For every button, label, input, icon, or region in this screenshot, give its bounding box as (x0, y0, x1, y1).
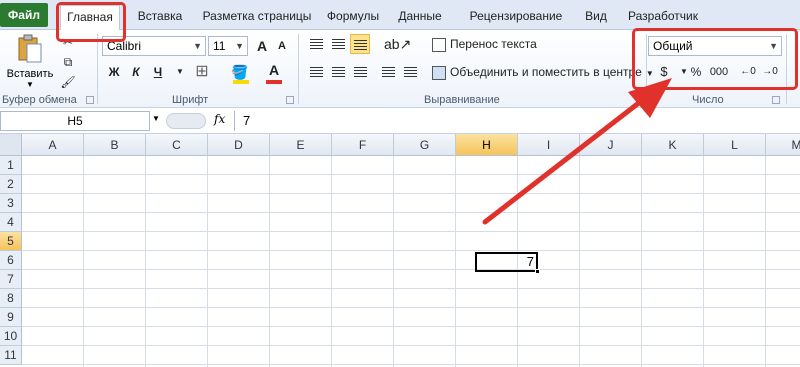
clipboard-launcher-icon[interactable] (86, 96, 94, 104)
align-bottom-icon[interactable] (350, 34, 370, 54)
alignment-group-label: Выравнивание (424, 94, 500, 106)
fill-handle[interactable] (535, 269, 540, 274)
align-middle-icon[interactable] (328, 34, 348, 54)
tab-review[interactable]: Рецензирование (462, 5, 570, 27)
column-header-h[interactable]: H (456, 134, 518, 156)
row-header-5[interactable]: 5 (0, 232, 22, 251)
align-left-icon[interactable] (306, 62, 326, 82)
chevron-down-icon: ▼ (193, 41, 202, 51)
column-header-g[interactable]: G (394, 134, 456, 156)
row-header-3[interactable]: 3 (0, 194, 22, 213)
merge-center-icon (432, 65, 446, 80)
column-header-e[interactable]: E (270, 134, 332, 156)
tab-developer[interactable]: Разработчик (624, 5, 702, 27)
row-header-1[interactable]: 1 (0, 156, 22, 175)
chevron-down-icon[interactable]: ▼ (152, 114, 160, 123)
chevron-down-icon: ▼ (235, 41, 244, 51)
worksheet-grid: ABCDEFGHIJKLM 1 2 3 4 5 6 7 8 9 10 11 7 (0, 134, 800, 367)
formula-bar: H5 ▼ fx 7 (0, 108, 800, 134)
orientation-icon[interactable]: ab↗ (384, 34, 411, 54)
align-right-icon[interactable] (350, 62, 370, 82)
font-color-icon: A (268, 62, 280, 78)
active-cell-h5[interactable]: 7 (475, 252, 540, 274)
chevron-down-icon: ▼ (26, 80, 34, 89)
font-launcher-icon[interactable] (286, 96, 294, 104)
italic-button[interactable]: К (126, 62, 146, 82)
chevron-down-icon[interactable]: ▼ (170, 62, 190, 82)
paste-icon (18, 34, 42, 63)
column-header-l[interactable]: L (704, 134, 766, 156)
merge-center-button[interactable]: Объединить и поместить в центре ▼ (432, 62, 654, 82)
align-top-icon[interactable] (306, 34, 326, 54)
increase-indent-icon[interactable] (400, 62, 420, 82)
formula-input[interactable]: 7 (234, 111, 800, 131)
divider (97, 34, 98, 104)
formula-bar-splitter[interactable] (166, 113, 206, 129)
wrap-text-label: Перенос текста (450, 37, 537, 51)
align-center-icon[interactable] (328, 62, 348, 82)
format-painter-icon[interactable]: 🖌 (58, 72, 78, 92)
paste-button[interactable]: Вставить ▼ (6, 32, 54, 90)
font-size-combo[interactable]: 11 ▼ (208, 36, 248, 56)
font-color-button[interactable]: A (264, 60, 284, 80)
tab-data[interactable]: Данные (392, 5, 448, 27)
column-header-k[interactable]: K (642, 134, 704, 156)
font-color-swatch (266, 80, 282, 84)
borders-icon[interactable]: ⊞ (192, 62, 212, 82)
clipboard-group-label: Буфер обмена (2, 94, 77, 106)
cell-value: 7 (526, 254, 534, 269)
tab-formulas[interactable]: Формулы (322, 5, 384, 27)
fill-color-icon[interactable]: 🪣 (230, 62, 250, 82)
row-header-9[interactable]: 9 (0, 308, 22, 327)
fill-color-swatch (233, 80, 249, 84)
number-launcher-icon[interactable] (772, 96, 780, 104)
font-size-value: 11 (213, 39, 226, 53)
row-header-7[interactable]: 7 (0, 270, 22, 289)
grow-font-button[interactable]: A (252, 36, 272, 56)
column-header-j[interactable]: J (580, 134, 642, 156)
wrap-text-icon (432, 37, 446, 52)
font-group-label: Шрифт (172, 94, 209, 106)
row-header-10[interactable]: 10 (0, 327, 22, 346)
column-header-i[interactable]: I (518, 134, 580, 156)
divider (298, 34, 299, 104)
column-header-a[interactable]: A (22, 134, 84, 156)
number-group-label: Число (692, 94, 724, 106)
grow-font-icon: A (256, 38, 268, 54)
tab-view[interactable]: Вид (578, 5, 614, 27)
wrap-text-button[interactable]: Перенос текста (432, 34, 537, 54)
decrease-indent-icon[interactable] (378, 62, 398, 82)
row-header-11[interactable]: 11 (0, 346, 22, 365)
shrink-font-button[interactable]: A (272, 36, 292, 56)
bold-button[interactable]: Ж (104, 62, 124, 82)
column-header-f[interactable]: F (332, 134, 394, 156)
cell-area[interactable]: 7 (22, 156, 800, 367)
tab-insert[interactable]: Вставка (130, 5, 190, 27)
row-header-4[interactable]: 4 (0, 213, 22, 232)
column-header-c[interactable]: C (146, 134, 208, 156)
row-header-6[interactable]: 6 (0, 251, 22, 270)
highlight-home-tab (56, 2, 126, 42)
copy-icon[interactable]: ⧉ (58, 52, 78, 72)
row-header-2[interactable]: 2 (0, 175, 22, 194)
select-all-button[interactable] (0, 134, 22, 156)
alignment-launcher-icon[interactable] (636, 96, 644, 104)
name-box[interactable]: H5 (0, 111, 150, 131)
tab-file[interactable]: Файл (0, 3, 48, 27)
highlight-number-format (632, 28, 798, 90)
column-header-m[interactable]: M (766, 134, 800, 156)
row-header-8[interactable]: 8 (0, 289, 22, 308)
tab-page-layout[interactable]: Разметка страницы (198, 5, 316, 27)
insert-function-button[interactable]: fx (214, 112, 225, 126)
column-header-b[interactable]: B (84, 134, 146, 156)
paste-label: Вставить (6, 68, 54, 80)
underline-button[interactable]: Ч (148, 62, 168, 82)
merge-center-label: Объединить и поместить в центре (450, 65, 642, 79)
column-header-d[interactable]: D (208, 134, 270, 156)
shrink-font-icon: A (278, 40, 286, 52)
